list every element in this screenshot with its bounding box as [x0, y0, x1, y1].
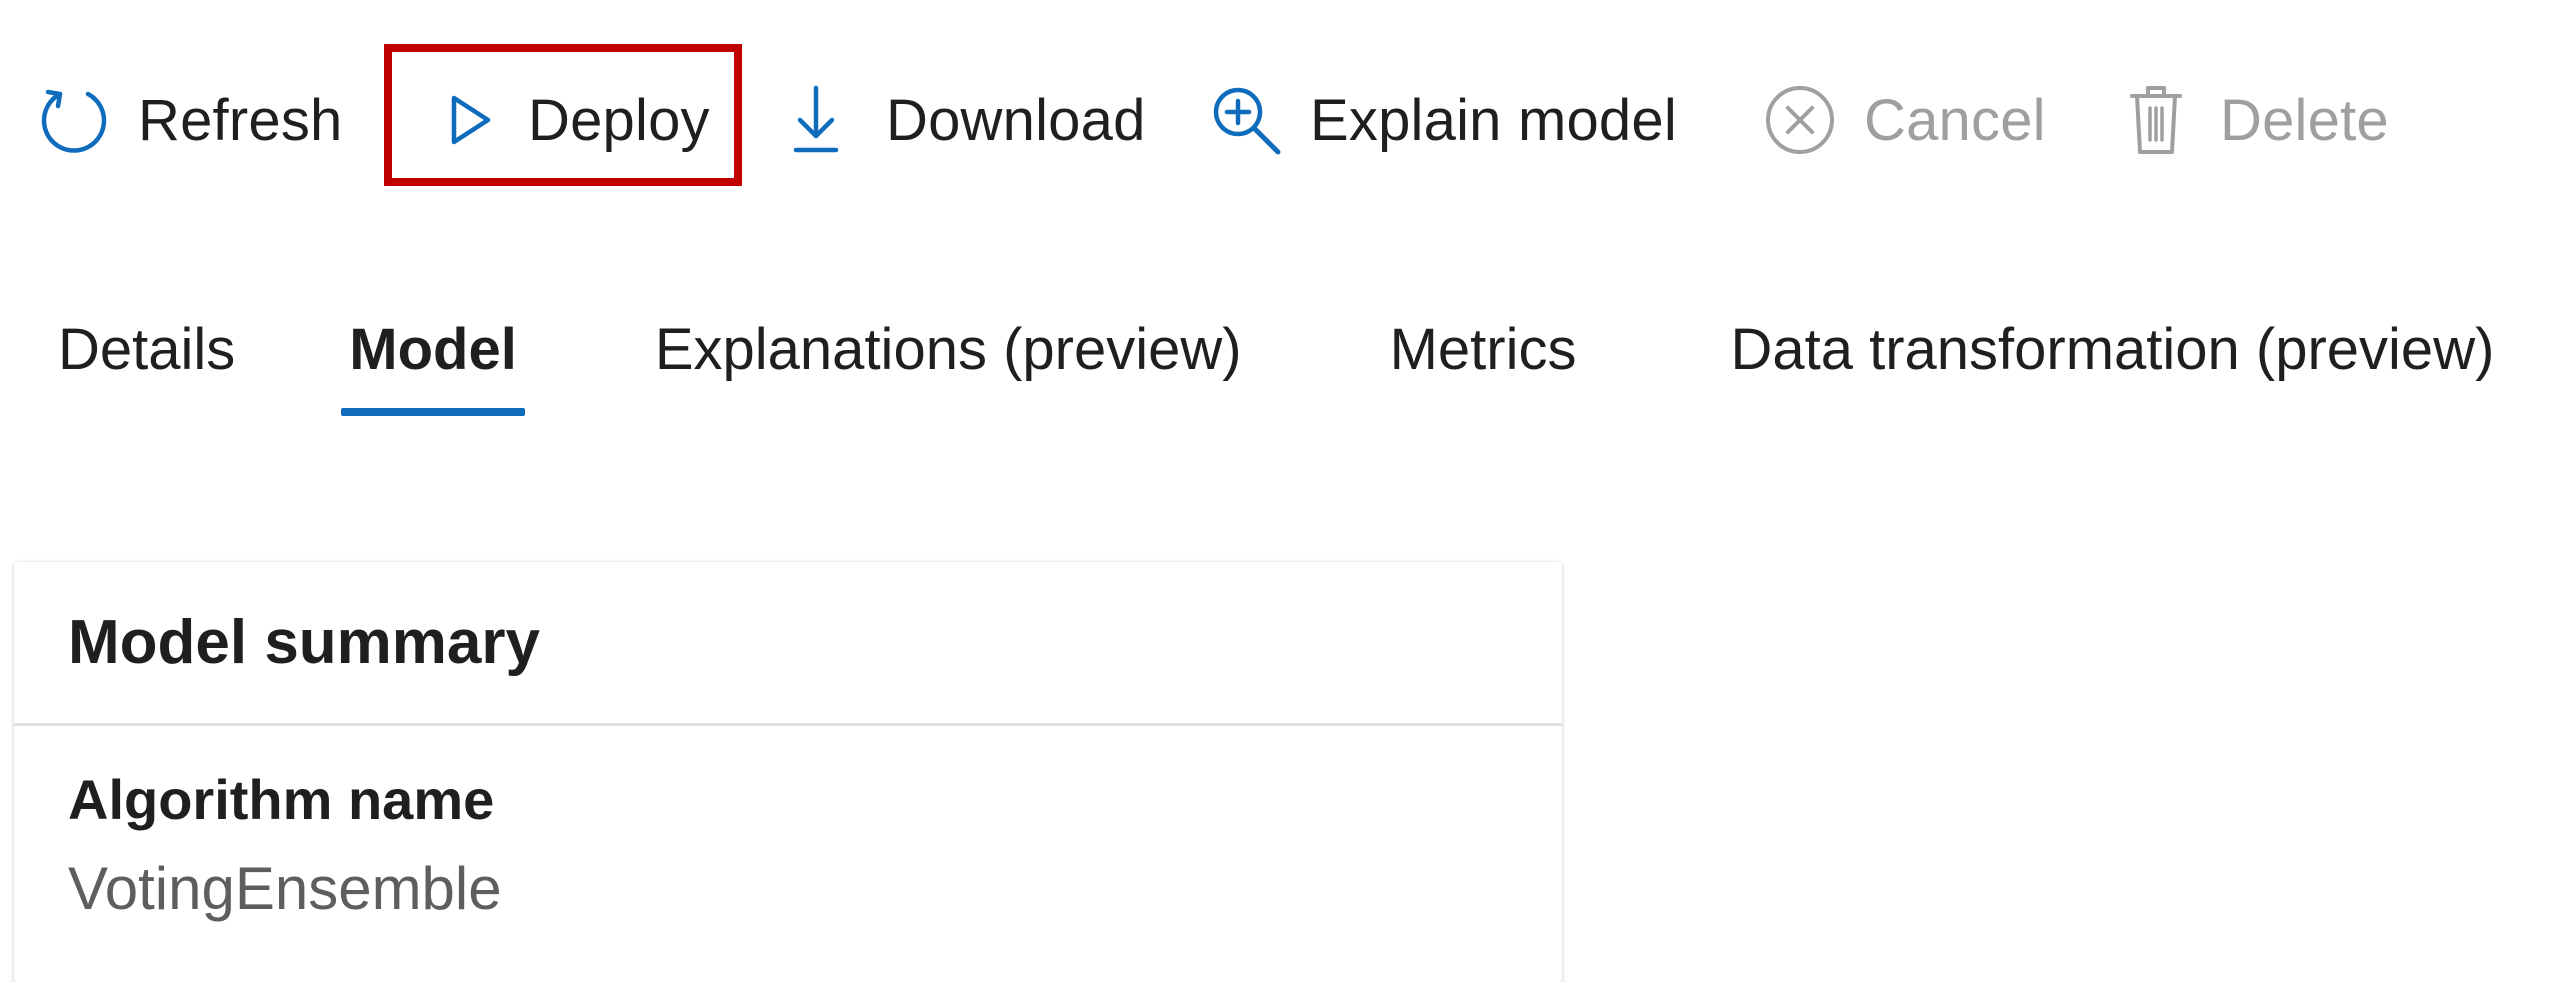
cancel-label: Cancel: [1864, 87, 2046, 153]
download-label: Download: [886, 87, 1146, 153]
play-icon: [442, 80, 498, 160]
explain-model-label: Explain model: [1310, 87, 1677, 153]
tab-data-transformation[interactable]: Data transformation (preview): [1726, 300, 2498, 440]
model-summary-card: Model summary Algorithm name VotingEnsem…: [14, 562, 1562, 982]
explain-model-button[interactable]: Explain model: [1206, 40, 1760, 200]
algorithm-name-value: VotingEnsemble: [68, 855, 502, 922]
tab-explanations[interactable]: Explanations (preview): [651, 300, 1246, 440]
zoom-in-icon: [1206, 80, 1286, 160]
tab-metrics[interactable]: Metrics: [1386, 300, 1581, 440]
delete-label: Delete: [2220, 87, 2389, 153]
tab-model[interactable]: Model: [341, 300, 525, 440]
tab-model-label: Model: [349, 317, 517, 382]
delete-button[interactable]: Delete: [2116, 40, 2436, 200]
cancel-button[interactable]: Cancel: [1760, 40, 2116, 200]
command-bar: Refresh Deploy Download Explain model Ca…: [34, 40, 2436, 200]
tab-details[interactable]: Details: [54, 300, 239, 440]
download-icon: [786, 80, 846, 160]
deploy-label: Deploy: [528, 87, 710, 153]
refresh-icon: [34, 80, 114, 160]
card-header: Model summary: [14, 562, 1562, 726]
card-body: Algorithm name VotingEnsemble: [14, 726, 1562, 934]
deploy-button[interactable]: Deploy: [384, 40, 786, 200]
download-button[interactable]: Download: [786, 40, 1206, 200]
algorithm-name-label: Algorithm name: [68, 768, 495, 831]
tab-bar: Details Model Explanations (preview) Met…: [54, 300, 2498, 460]
card-title: Model summary: [68, 608, 541, 677]
refresh-button[interactable]: Refresh: [34, 40, 386, 200]
refresh-label: Refresh: [138, 87, 343, 153]
cancel-icon: [1760, 80, 1840, 160]
active-tab-indicator: [341, 408, 525, 416]
trash-icon: [2116, 80, 2196, 160]
